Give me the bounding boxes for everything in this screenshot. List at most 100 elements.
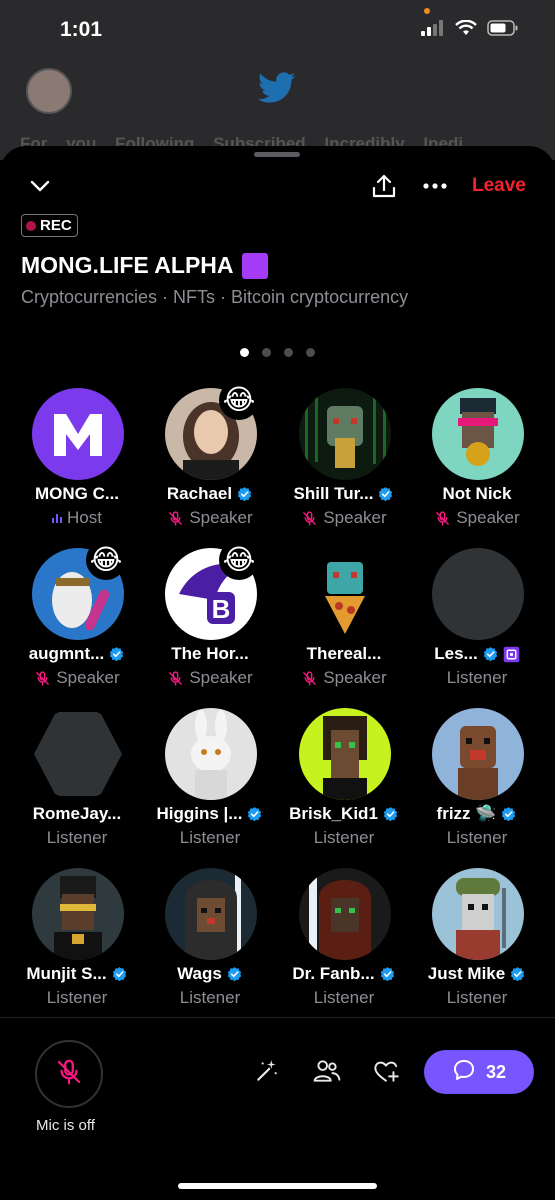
- home-indicator[interactable]: [178, 1183, 377, 1189]
- chat-button[interactable]: 32: [424, 1050, 534, 1094]
- participant-avatar[interactable]: [432, 708, 524, 800]
- participant-avatar[interactable]: [165, 868, 257, 960]
- participant-role-text: Speaker: [56, 668, 120, 687]
- privacy-indicator: [424, 8, 430, 14]
- participant-name: Just Mike: [410, 964, 544, 984]
- leave-button[interactable]: Leave: [472, 175, 526, 197]
- verified-badge-icon: [110, 646, 124, 661]
- participant-role-text: Speaker: [189, 668, 253, 687]
- participant-name-text: Thereal...: [306, 644, 382, 663]
- rec-label: REC: [40, 217, 72, 234]
- verified-badge-icon: [248, 806, 262, 821]
- participant-name: Not Nick: [410, 484, 544, 504]
- participant-tile[interactable]: Munjit S... Listener: [10, 868, 144, 1028]
- participant-tile[interactable]: Brisk_Kid1 Listener: [277, 708, 411, 868]
- participant-avatar[interactable]: [32, 868, 124, 960]
- participant-name-text: RomeJay...: [32, 804, 122, 823]
- page-dot-3[interactable]: [284, 348, 293, 357]
- participant-tile[interactable]: Les... Listener: [410, 548, 544, 708]
- participant-role-text: Speaker: [456, 508, 520, 527]
- share-icon[interactable]: [370, 172, 398, 205]
- participant-name: RomeJay...: [10, 804, 144, 824]
- muted-mic-icon: [169, 670, 183, 686]
- space-title-text: MONG.LIFE ALPHA: [21, 252, 234, 278]
- minimize-chevron-icon[interactable]: [28, 174, 52, 203]
- participant-tile[interactable]: frizz 🛸 Listener: [410, 708, 544, 868]
- participant-role-text: Speaker: [189, 508, 253, 527]
- mic-toggle-button[interactable]: [35, 1040, 103, 1108]
- verified-badge-icon: [502, 806, 516, 821]
- people-icon[interactable]: [313, 1058, 341, 1089]
- participant-tile[interactable]: Higgins |... Listener: [143, 708, 277, 868]
- participant-tile[interactable]: B 😂 The Hor... Speaker: [143, 540, 277, 708]
- participant-role-text: Listener: [446, 828, 508, 847]
- sheet-grabber[interactable]: [254, 152, 300, 157]
- muted-mic-icon: [303, 670, 317, 686]
- participant-role: Speaker: [410, 508, 544, 528]
- participant-tile[interactable]: 😂 augmnt... Speaker: [10, 540, 144, 708]
- participant-role: Speaker: [277, 508, 411, 528]
- participant-avatar[interactable]: [165, 708, 257, 800]
- participant-role: Host: [10, 508, 144, 528]
- participant-role-text: Listener: [313, 988, 375, 1007]
- participant-role: Speaker: [10, 668, 144, 688]
- participant-name-text: MONG C...: [34, 484, 120, 503]
- participant-role: Listener: [277, 988, 411, 1008]
- participant-role-text: Speaker: [323, 508, 387, 527]
- participant-avatar[interactable]: [299, 708, 391, 800]
- page-dot-2[interactable]: [262, 348, 271, 357]
- participant-role-text: Listener: [46, 988, 108, 1007]
- participant-name: Les...: [410, 644, 544, 664]
- muted-mic-icon: [436, 510, 450, 526]
- participant-name: Thereal...: [277, 644, 411, 664]
- magic-wand-icon[interactable]: [254, 1058, 280, 1089]
- participant-tile[interactable]: RomeJay... Listener: [10, 708, 144, 868]
- participant-avatar[interactable]: [432, 868, 524, 960]
- participant-avatar[interactable]: [299, 548, 391, 640]
- participant-tile[interactable]: Not Nick Speaker: [410, 388, 544, 548]
- participant-tile[interactable]: Thereal... Speaker: [277, 548, 411, 708]
- participant-name-text: Dr. Fanb...: [292, 964, 375, 983]
- participant-tile[interactable]: MONG C... Host: [10, 388, 144, 548]
- participant-role-text: Speaker: [323, 668, 387, 687]
- participant-name: Higgins |...: [143, 804, 277, 824]
- reaction-emoji: 😂: [219, 380, 259, 420]
- participant-avatar[interactable]: [32, 708, 124, 800]
- participant-tile[interactable]: Dr. Fanb... Listener: [277, 868, 411, 1028]
- participant-tile[interactable]: Just Mike Listener: [410, 868, 544, 1028]
- participant-name-text: frizz 🛸: [436, 804, 497, 823]
- participant-role-text: Host: [67, 508, 102, 527]
- participant-tile[interactable]: Shill Tur... Speaker: [277, 388, 411, 548]
- wifi-icon: [455, 19, 477, 41]
- participant-name-text: Rachael: [166, 484, 233, 503]
- participant-name-text: Wags: [177, 964, 222, 983]
- participant-avatar[interactable]: [299, 388, 391, 480]
- participant-name-text: Shill Tur...: [293, 484, 374, 503]
- participant-avatar[interactable]: [32, 388, 124, 480]
- participant-name-text: Just Mike: [427, 964, 506, 983]
- participant-role: Speaker: [277, 668, 411, 688]
- participant-name: Brisk_Kid1: [277, 804, 411, 824]
- participant-name: Shill Tur...: [277, 484, 411, 504]
- reaction-emoji: 😂: [86, 540, 126, 580]
- page-dot-4[interactable]: [306, 348, 315, 357]
- participant-tile[interactable]: 😂 Rachael Speaker: [143, 380, 277, 548]
- space-title: MONG.LIFE ALPHA: [21, 252, 268, 279]
- signal-icon: [421, 20, 445, 41]
- twitter-bird-icon: [258, 72, 296, 109]
- verified-badge-icon: [112, 966, 126, 981]
- participant-avatar[interactable]: [432, 388, 524, 480]
- participant-avatar[interactable]: [299, 868, 391, 960]
- more-options-icon[interactable]: [422, 176, 448, 201]
- page-dot-1[interactable]: [240, 348, 249, 357]
- participant-avatar[interactable]: [432, 548, 524, 640]
- battery-icon: [487, 20, 519, 41]
- participant-role: Listener: [10, 828, 144, 848]
- participant-name: Munjit S...: [10, 964, 144, 984]
- verified-badge-icon: [237, 486, 252, 501]
- heart-plus-icon[interactable]: [373, 1058, 401, 1089]
- profile-avatar: [26, 68, 72, 114]
- host-audio-icon: [52, 513, 63, 523]
- participant-tile[interactable]: Wags Listener: [143, 868, 277, 1028]
- mic-off-icon: [54, 1057, 84, 1092]
